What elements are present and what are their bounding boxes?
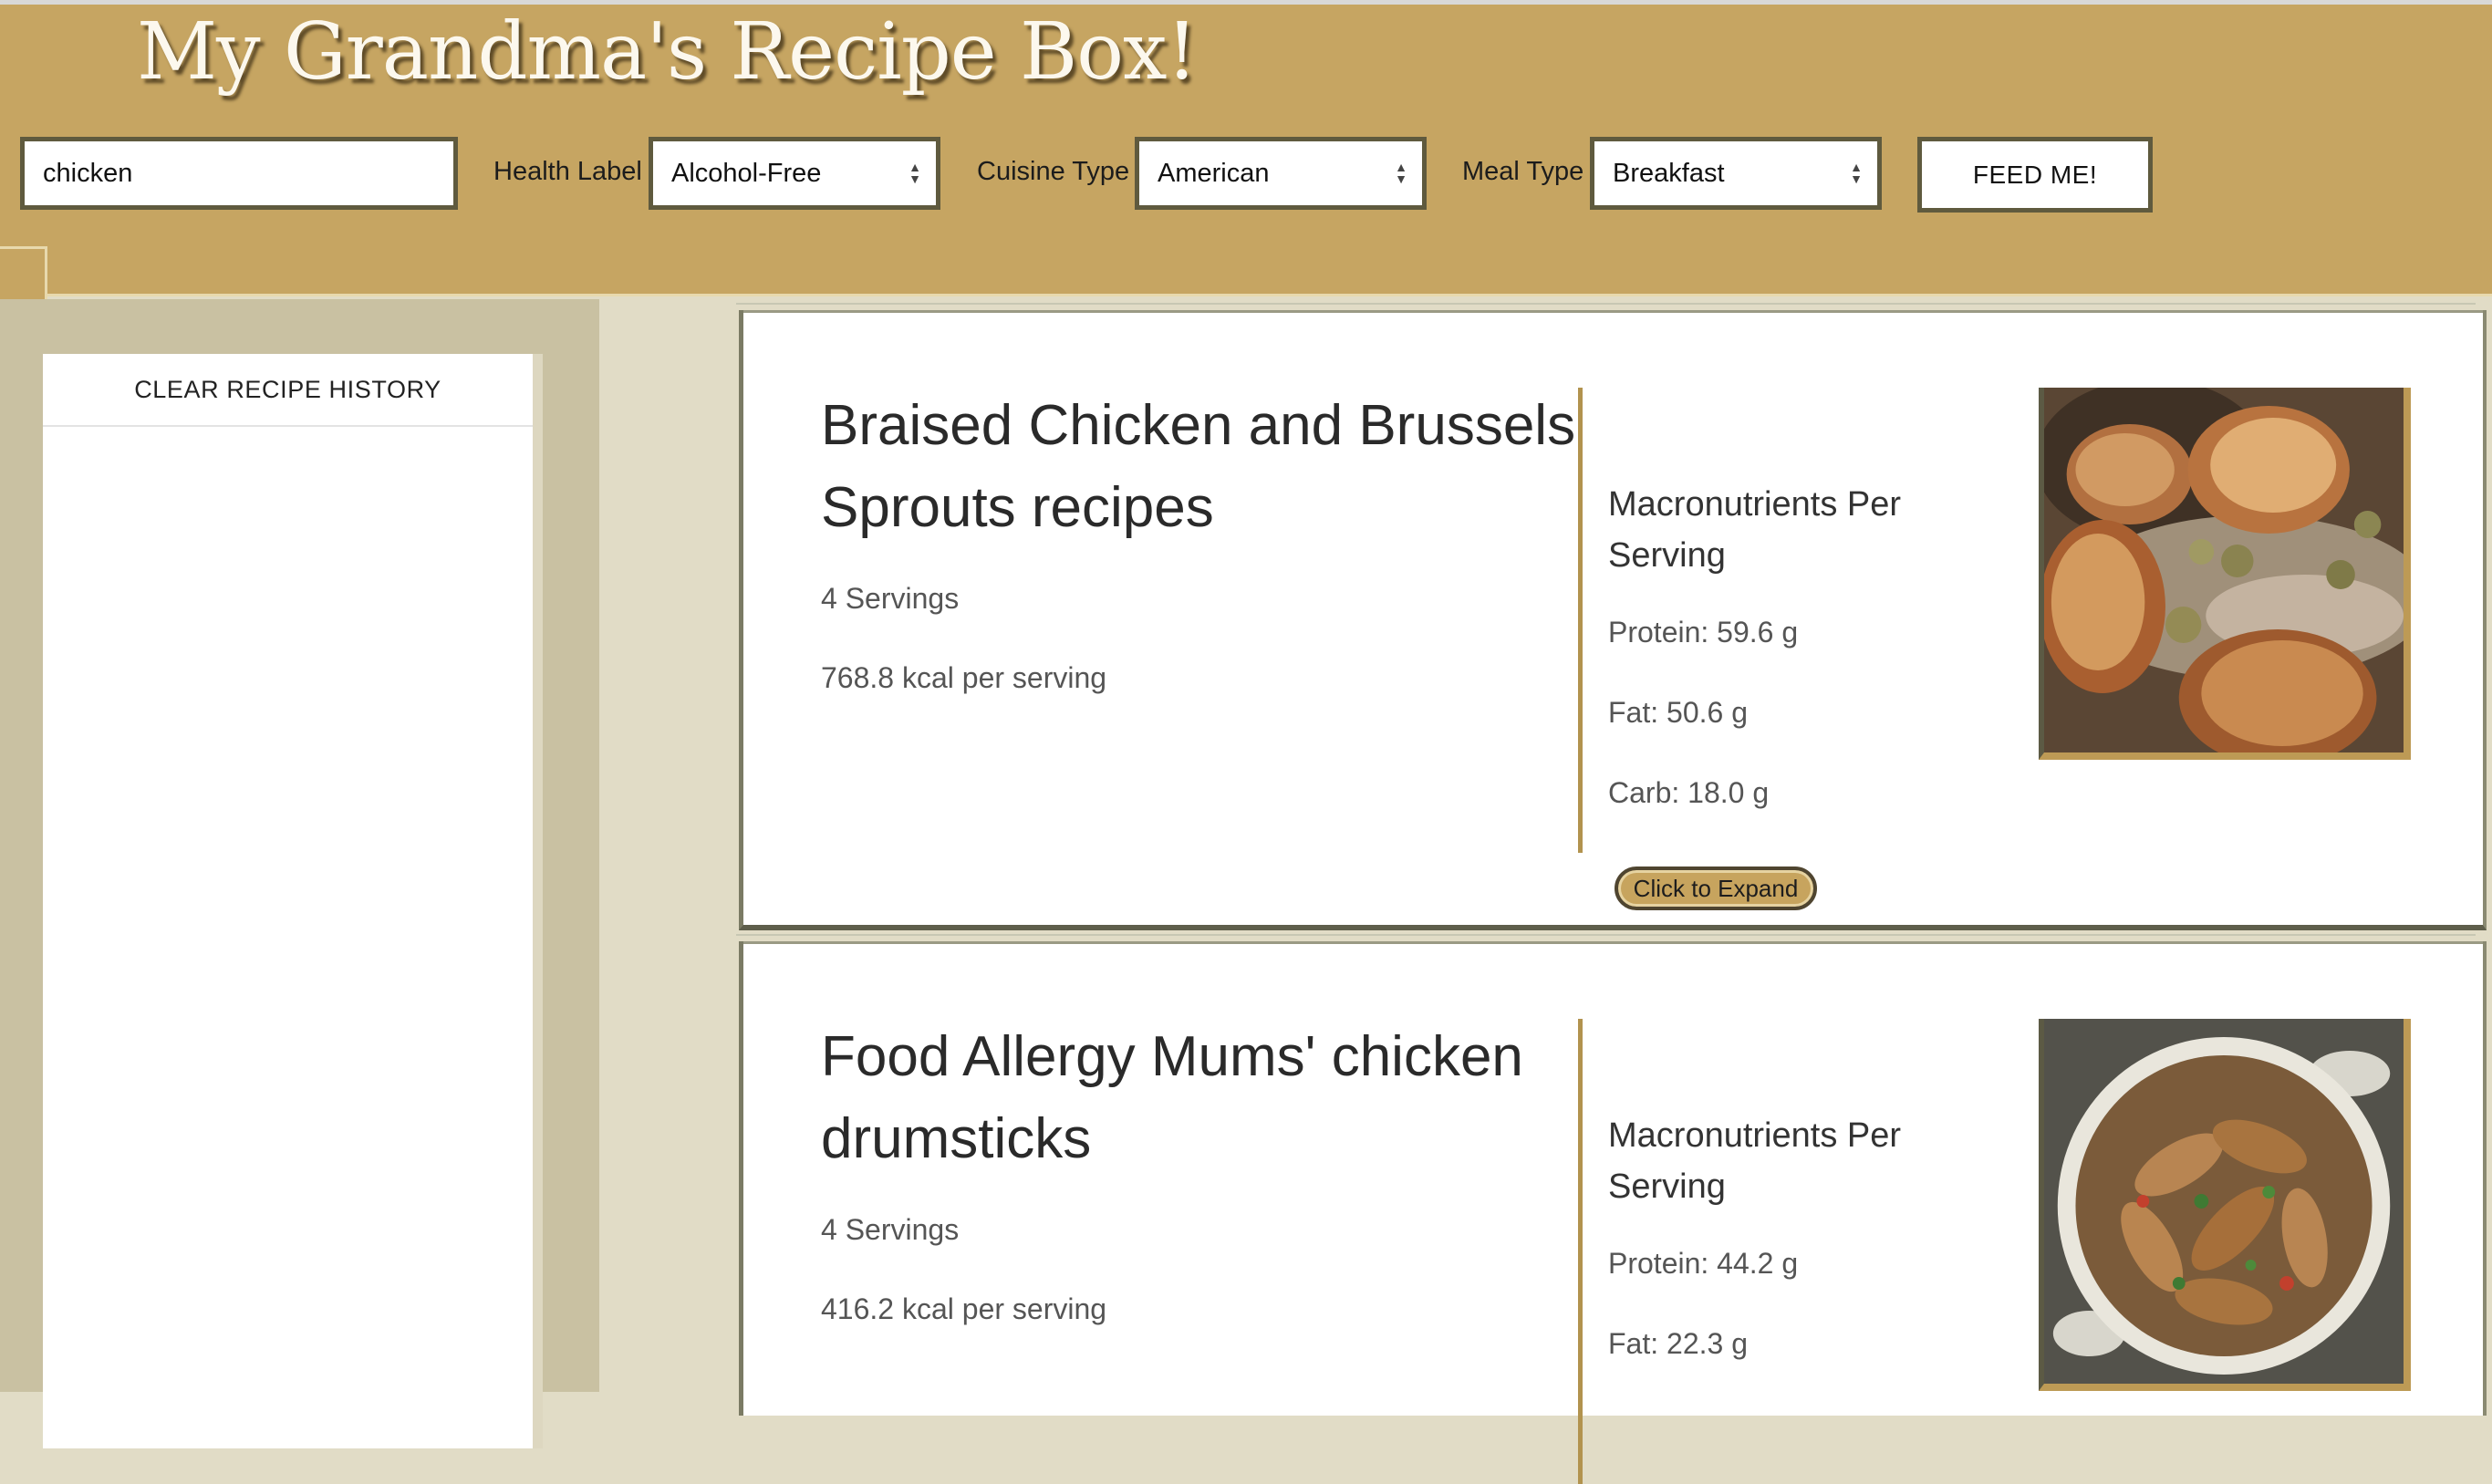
recipe-history-sidebar: CLEAR RECIPE HISTORY bbox=[0, 299, 599, 1448]
protein-value: Protein: 44.2 g bbox=[1608, 1247, 1799, 1280]
app-title: My Grandma's Recipe Box! bbox=[137, 6, 1198, 98]
recipe-history-panel: CLEAR RECIPE HISTORY bbox=[43, 354, 543, 1448]
health-label-select[interactable]: Alcohol-Free ▲ ▼ bbox=[649, 137, 940, 210]
meal-type-label: Meal Type bbox=[1462, 157, 1584, 186]
roasted-chicken-photo bbox=[2039, 388, 2411, 760]
cuisine-type-select[interactable]: American ▲ ▼ bbox=[1135, 137, 1427, 210]
search-input[interactable] bbox=[20, 137, 458, 210]
macronutrients-title: Macronutrients Per Serving bbox=[1608, 1116, 1902, 1206]
recipe-card: Food Allergy Mums' chicken drumsticks 4 … bbox=[736, 934, 2487, 1484]
corner-tab bbox=[0, 246, 47, 301]
fat-value: Fat: 50.6 g bbox=[1608, 696, 1748, 729]
macronutrients-panel: Macronutrients Per Serving Protein: 44.2… bbox=[1578, 1019, 1961, 1484]
feed-me-button[interactable]: FEED ME! bbox=[1917, 137, 2153, 213]
meal-type-value: Breakfast bbox=[1613, 158, 1725, 188]
clear-recipe-history-button[interactable]: CLEAR RECIPE HISTORY bbox=[43, 354, 533, 427]
chicken-drumsticks-pan-photo bbox=[2039, 1019, 2411, 1391]
select-arrows-icon: ▲ ▼ bbox=[1395, 160, 1407, 186]
recipe-servings: 4 Servings bbox=[821, 1213, 960, 1246]
recipe-title: Food Allergy Mums' chicken drumsticks bbox=[821, 1025, 1523, 1170]
recipe-calories: 768.8 kcal per serving bbox=[821, 661, 1107, 694]
recipe-card: Braised Chicken and Brussels Sprouts rec… bbox=[736, 303, 2487, 930]
select-arrows-icon: ▲ ▼ bbox=[909, 160, 921, 186]
fat-value: Fat: 22.3 g bbox=[1608, 1327, 1748, 1360]
app-header: My Grandma's Recipe Box! Health Label Al… bbox=[0, 5, 2492, 301]
recipe-servings: 4 Servings bbox=[821, 582, 960, 615]
macronutrients-title: Macronutrients Per Serving bbox=[1608, 485, 1902, 575]
click-to-expand-button[interactable]: Click to Expand bbox=[1615, 867, 1817, 910]
meal-type-select[interactable]: Breakfast ▲ ▼ bbox=[1590, 137, 1882, 210]
health-label-label: Health Label bbox=[493, 157, 642, 186]
protein-value: Protein: 59.6 g bbox=[1608, 616, 1799, 649]
select-arrows-icon: ▲ ▼ bbox=[1850, 160, 1863, 186]
health-label-value: Alcohol-Free bbox=[671, 158, 822, 188]
recipe-calories: 416.2 kcal per serving bbox=[821, 1292, 1107, 1325]
cuisine-type-label: Cuisine Type bbox=[977, 157, 1130, 186]
carb-value: Carb: 18.0 g bbox=[1608, 776, 1770, 809]
recipe-title: Braised Chicken and Brussels Sprouts rec… bbox=[821, 394, 1576, 539]
macronutrients-panel: Macronutrients Per Serving Protein: 59.6… bbox=[1578, 388, 1961, 853]
cuisine-type-value: American bbox=[1158, 158, 1270, 188]
